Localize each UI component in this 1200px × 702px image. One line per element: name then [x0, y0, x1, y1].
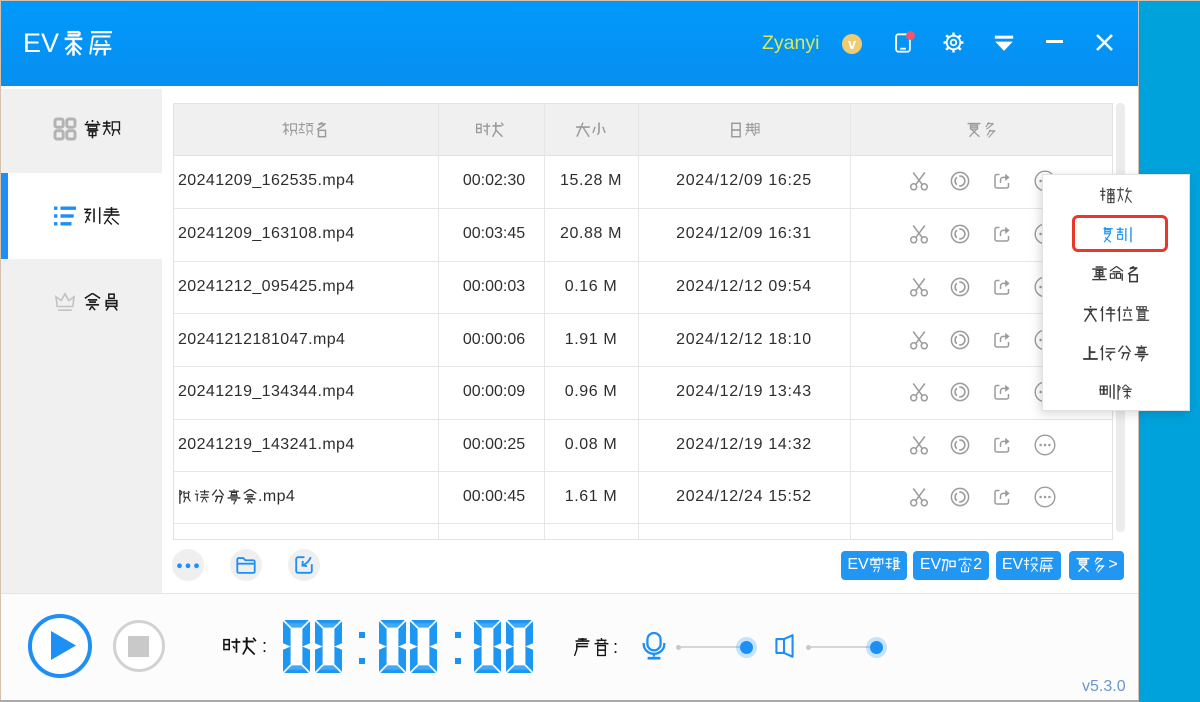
svg-text:v: v	[848, 37, 856, 53]
